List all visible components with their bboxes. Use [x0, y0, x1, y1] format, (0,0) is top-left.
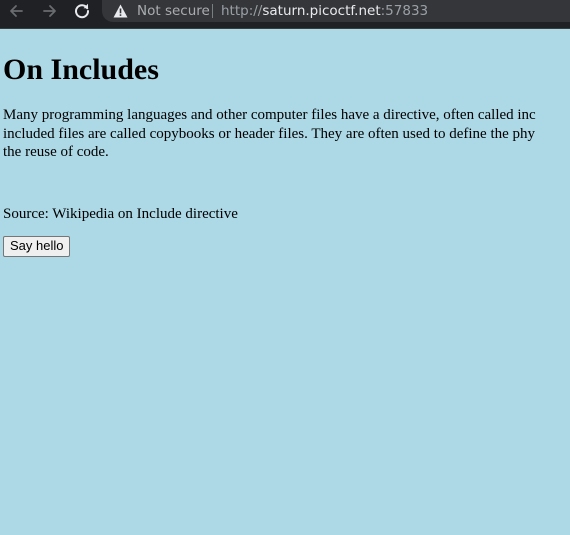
- back-button[interactable]: [2, 0, 30, 22]
- url-scheme: http://: [221, 3, 263, 19]
- paragraph-line: the reuse of code.: [3, 144, 109, 160]
- arrow-right-icon: [43, 5, 56, 17]
- paragraph-line: Many programming languages and other com…: [3, 107, 536, 123]
- forward-button[interactable]: [36, 0, 64, 22]
- source-citation: Source: Wikipedia on Include directive: [3, 205, 238, 222]
- paragraph-line: included files are called copybooks or h…: [3, 125, 536, 142]
- intro-paragraph: Many programming languages and other com…: [3, 106, 570, 162]
- warning-triangle-icon: [113, 4, 128, 18]
- page-title: On Includes: [3, 53, 159, 86]
- reload-icon: [75, 3, 90, 19]
- browser-toolbar: Not secure http://saturn.picoctf.net:578…: [0, 0, 570, 29]
- arrow-left-icon: [10, 5, 23, 17]
- url-host: saturn.picoctf.net: [262, 3, 381, 19]
- omnibox-divider: [212, 4, 213, 18]
- say-hello-button[interactable]: Say hello: [3, 235, 71, 257]
- page-content: On Includes Many programming languages a…: [3, 32, 570, 257]
- address-bar[interactable]: Not secure http://saturn.picoctf.net:578…: [102, 0, 570, 22]
- url-text[interactable]: http://saturn.picoctf.net:57833: [221, 0, 428, 22]
- reload-button[interactable]: [68, 0, 96, 22]
- url-port: :57833: [380, 3, 429, 19]
- security-status-label[interactable]: Not secure: [137, 0, 210, 22]
